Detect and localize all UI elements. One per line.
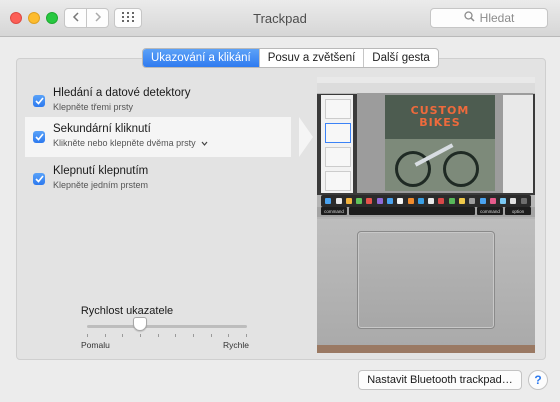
- slider-max-label: Rychle: [223, 340, 249, 350]
- slider-tick: [210, 334, 212, 337]
- option-title: Hledání a datové detektory: [53, 87, 191, 99]
- option-subtitle: Klikněte nebo klepněte dvěma prsty: [53, 138, 196, 148]
- preview-trackpad: [357, 231, 495, 329]
- key-option-right: option: [505, 207, 531, 215]
- search-placeholder: Hledat: [479, 11, 515, 25]
- tab-point-and-click[interactable]: Ukazování a klikání: [143, 49, 259, 67]
- secondary-click-popup[interactable]: Klikněte nebo klepněte dvěma prsty: [53, 138, 208, 148]
- chevron-down-icon: [201, 138, 208, 148]
- setup-bluetooth-trackpad-button[interactable]: Nastavit Bluetooth trackpad…: [358, 370, 522, 390]
- title-bar: Trackpad Hledat: [0, 0, 560, 37]
- settings-panel: Hledání a datové detektory Klepněte třem…: [16, 58, 546, 360]
- tab-more-gestures[interactable]: Další gesta: [363, 49, 438, 67]
- preview-dock: [321, 195, 531, 207]
- pointer-speed-track[interactable]: [87, 325, 247, 328]
- checkmark-icon: [34, 97, 44, 105]
- slider-tick: [228, 334, 230, 337]
- help-button[interactable]: ?: [528, 370, 548, 390]
- slider-tick: [104, 334, 106, 337]
- selection-arrow: [299, 117, 313, 157]
- slider-tick: [140, 334, 141, 337]
- slider-ticks: [87, 334, 247, 338]
- option-lookup-data-detectors[interactable]: Hledání a datové detektory Klepněte třem…: [25, 81, 295, 121]
- option-subtitle: Klepněte třemi prsty: [53, 102, 134, 112]
- tab-scroll-and-zoom[interactable]: Posuv a zvětšení: [258, 49, 364, 67]
- slider-tick: [87, 334, 88, 337]
- key-command-right: command: [477, 207, 503, 215]
- tab-bar: Ukazování a klikání Posuv a zvětšení Dal…: [142, 48, 439, 68]
- checkbox-lookup[interactable]: [33, 95, 45, 107]
- slider-tick: [246, 334, 247, 337]
- preview-headline: CUSTOM BIKES: [410, 104, 470, 129]
- checkbox-secondary-click[interactable]: [33, 131, 45, 143]
- trackpad-preferences-window: Trackpad Hledat Hledání a datové detekto…: [0, 0, 560, 402]
- preview-screen: CUSTOM BIKES: [317, 77, 535, 207]
- preview-palm-rest: [317, 219, 535, 353]
- checkbox-tap-to-click[interactable]: [33, 173, 45, 185]
- slider-tick: [175, 334, 177, 337]
- help-icon: ?: [534, 373, 542, 387]
- slider-tick: [157, 334, 159, 337]
- slider-tick: [193, 334, 194, 337]
- slider-tick: [122, 334, 124, 337]
- search-field[interactable]: Hledat: [430, 8, 548, 28]
- pointer-speed-label: Rychlost ukazatele: [80, 305, 174, 317]
- preview-keyboard: command command option: [317, 207, 535, 217]
- key-space: [349, 207, 475, 215]
- gesture-preview-image: CUSTOM BIKES command command option: [317, 77, 535, 353]
- option-tap-to-click[interactable]: Klepnutí klepnutím Klepněte jedním prste…: [25, 159, 295, 199]
- option-title: Sekundární kliknutí: [53, 123, 151, 135]
- slider-min-label: Pomalu: [81, 340, 110, 350]
- key-command-left: command: [321, 207, 347, 215]
- option-title: Klepnutí klepnutím: [53, 165, 149, 177]
- preview-thumbnails: [321, 95, 353, 193]
- checkmark-icon: [34, 133, 44, 141]
- checkmark-icon: [34, 175, 44, 183]
- option-secondary-click[interactable]: Sekundární kliknutí Klikněte nebo klepně…: [25, 117, 313, 157]
- option-subtitle: Klepněte jedním prstem: [53, 180, 149, 190]
- search-icon: [464, 11, 475, 25]
